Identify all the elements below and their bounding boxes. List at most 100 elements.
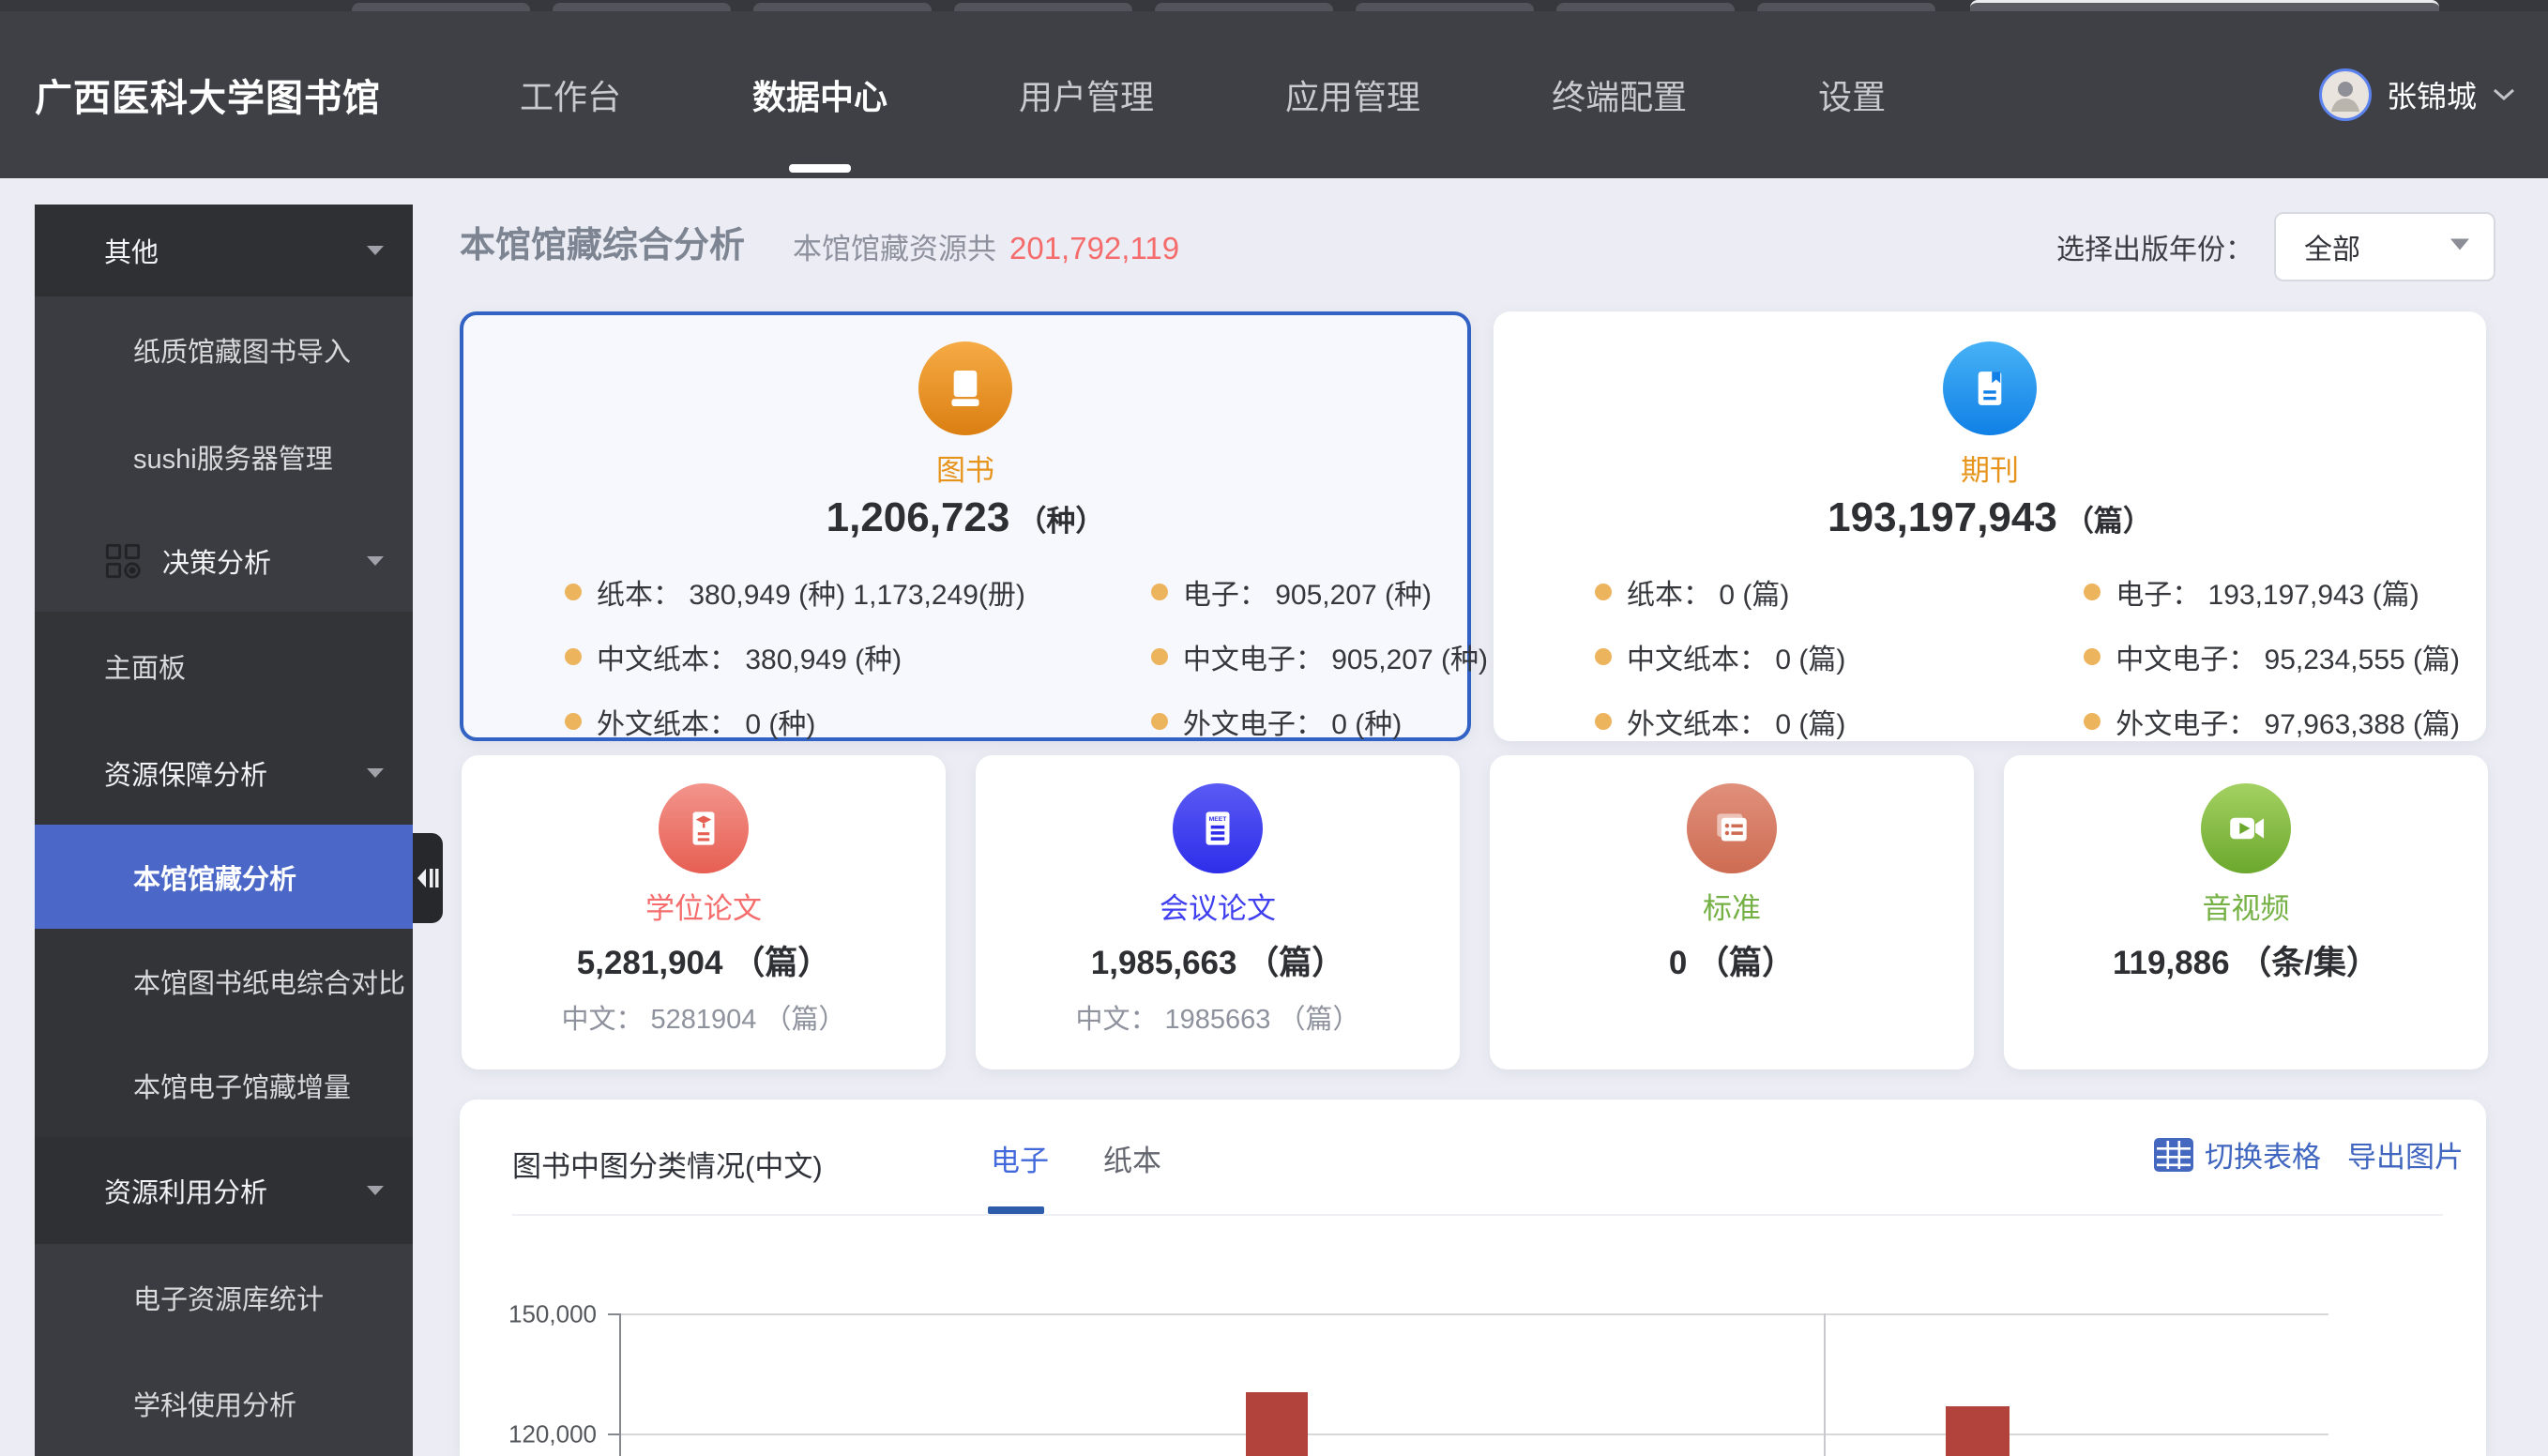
screen: 广西医科大学图书馆 工作台 数据中心 用户管理 应用管理 终端配置 设置 张锦城 其他 纸质… bbox=[0, 0, 2548, 1456]
stat-text: 纸本： 0 (篇) bbox=[1627, 580, 1790, 611]
x-split-line bbox=[1824, 1313, 1826, 1456]
sidebar-item-main-dashboard[interactable]: 主面板 bbox=[35, 612, 413, 720]
card-count-unit: （种） bbox=[1017, 505, 1105, 538]
sidebar-collapse-handle[interactable] bbox=[413, 833, 443, 923]
sidebar-item-resource-guarantee-analysis[interactable]: 资源保障分析 bbox=[35, 720, 413, 825]
card-count: 5,281,904 （篇） bbox=[576, 945, 831, 981]
card-title: 期刊 bbox=[1961, 454, 2019, 487]
mini-card-conference-papers[interactable]: MEET 会议论文 1,985,663 （篇） 中文： 1985663 （篇） bbox=[976, 755, 1460, 1069]
card-stats: 纸本： 380,949 (种) 1,173,249(册) 电子： 905,207 … bbox=[463, 571, 1488, 742]
sidebar-item-resource-usage-analysis[interactable]: 资源利用分析 bbox=[35, 1137, 413, 1244]
sidebar-item-label: 资源保障分析 bbox=[104, 760, 268, 791]
collapse-sidebar-icon bbox=[417, 869, 439, 887]
bullet-dot-icon bbox=[565, 713, 582, 730]
chevron-down-icon bbox=[2492, 86, 2516, 103]
mini-card-standards[interactable]: 标准 0 （篇） bbox=[1490, 755, 1974, 1069]
card-count: 1,206,723 （种） bbox=[463, 494, 1467, 541]
stat-text: 电子： 905,207 (种) bbox=[1182, 580, 1432, 611]
y-tick-mark bbox=[608, 1433, 619, 1435]
nav-item-user-management[interactable]: 用户管理 bbox=[1019, 11, 1154, 178]
mini-card-audio-video[interactable]: 音视频 119,886 （条/集） bbox=[2004, 755, 2488, 1069]
bar-chart-plot: 150,000 120,000 bbox=[508, 1300, 2328, 1456]
sidebar-item-subject-usage-analysis[interactable]: 学科使用分析 bbox=[35, 1351, 413, 1456]
sidebar-item-decision-analysis[interactable]: 决策分析 bbox=[35, 510, 413, 612]
chart-action-export-image[interactable]: 导出图片 bbox=[2347, 1133, 2464, 1175]
nav-item-label: 工作台 bbox=[520, 78, 622, 116]
chart-tab-paper[interactable]: 纸本 bbox=[1103, 1137, 1161, 1179]
browser-tab[interactable] bbox=[1356, 3, 1534, 11]
browser-tab[interactable] bbox=[352, 3, 530, 11]
sidebar-item-electronic-collection-increment[interactable]: 本馆电子馆藏增量 bbox=[35, 1034, 413, 1137]
browser-tab[interactable] bbox=[1556, 3, 1735, 11]
user-name: 张锦城 bbox=[2386, 80, 2477, 114]
nav-item-label: 数据中心 bbox=[752, 78, 888, 116]
browser-tab[interactable] bbox=[1757, 3, 1935, 11]
stat-right-0: 电子： 193,197,943 (篇) bbox=[1958, 571, 2460, 613]
sidebar-item-other[interactable]: 其他 bbox=[35, 205, 413, 296]
select-caret-icon bbox=[2449, 237, 2471, 257]
card-count: 1,985,663 （篇） bbox=[1090, 945, 1345, 981]
sidebar-item-eresource-db-stats[interactable]: 电子资源库统计 bbox=[35, 1244, 413, 1351]
bullet-dot-icon bbox=[2084, 648, 2101, 665]
sidebar-item-label: 本馆图书纸电综合对比 bbox=[133, 969, 406, 999]
sidebar-item-label: 本馆馆藏分析 bbox=[133, 864, 297, 895]
page-title: 本馆馆藏综合分析 bbox=[460, 226, 746, 265]
bullet-dot-icon bbox=[565, 648, 582, 665]
browser-tab-active[interactable] bbox=[1970, 0, 2439, 11]
sidebar: 其他纸质馆藏图书导入 sushi服务器管理 决策分析主面板资源保障分析本馆馆藏分析… bbox=[35, 205, 413, 1456]
chart-tab-electronic[interactable]: 电子 bbox=[988, 1137, 1049, 1214]
user-menu[interactable]: 张锦城 bbox=[2318, 11, 2516, 178]
stat-text: 外文纸本： 0 (篇) bbox=[1627, 709, 1846, 740]
stat-text: 中文纸本： 380,949 (种) bbox=[597, 645, 902, 675]
stat-text: 中文纸本： 0 (篇) bbox=[1627, 645, 1846, 675]
sidebar-item-label: 本馆电子馆藏增量 bbox=[133, 1073, 352, 1103]
sidebar-item-library-collection-analysis[interactable]: 本馆馆藏分析 bbox=[35, 825, 413, 929]
chevron-down-icon bbox=[366, 766, 385, 780]
publish-year-value: 全部 bbox=[2304, 235, 2360, 265]
collection-total-value: 201,792,119 bbox=[1009, 231, 1180, 265]
card-count: 193,197,943 （篇） bbox=[1494, 494, 2486, 541]
sidebar-item-sushi-server-management[interactable]: sushi服务器管理 bbox=[35, 403, 413, 510]
nav-item-workbench[interactable]: 工作台 bbox=[520, 11, 621, 178]
chevron-down-icon bbox=[366, 244, 385, 257]
stat-right-1: 中文电子： 905,207 (种) bbox=[1025, 636, 1488, 677]
nav-item-settings[interactable]: 设置 bbox=[1818, 11, 1886, 178]
bullet-dot-icon bbox=[1595, 584, 1612, 600]
bullet-dot-icon bbox=[1150, 713, 1168, 730]
sidebar-item-paper-electronic-comparison[interactable]: 本馆图书纸电综合对比 bbox=[35, 929, 413, 1034]
chart-action-switch-table[interactable]: 切换表格 bbox=[2154, 1133, 2321, 1175]
browser-tab[interactable] bbox=[553, 3, 731, 11]
sidebar-item-label: 主面板 bbox=[104, 654, 187, 684]
card-title: 标准 bbox=[1703, 892, 1761, 925]
browser-tab[interactable] bbox=[753, 3, 932, 11]
stat-right-1: 中文电子： 95,234,555 (篇) bbox=[1958, 636, 2460, 677]
avatar[interactable] bbox=[2318, 68, 2372, 121]
sidebar-item-label: 纸质馆藏图书导入 bbox=[133, 338, 352, 368]
summary-card-journals[interactable]: 期刊 193,197,943 （篇） 纸本： 0 (篇) 电子： 193,197,943… bbox=[1494, 311, 2486, 741]
y-tick-mark bbox=[608, 1313, 619, 1315]
nav-item-data-center[interactable]: 数据中心 bbox=[752, 11, 887, 178]
collection-total-label: 本馆馆藏资源共 bbox=[793, 233, 996, 265]
summary-card-books[interactable]: 图书 1,206,723 （种） 纸本： 380,949 (种) 1,173,249(… bbox=[460, 311, 1488, 742]
stat-right-0: 电子： 905,207 (种) bbox=[1025, 571, 1488, 613]
publish-year-select[interactable]: 全部 bbox=[2274, 212, 2495, 281]
bullet-dot-icon bbox=[2084, 584, 2101, 600]
standard-icon bbox=[1687, 783, 1777, 873]
stat-text: 外文纸本： 0 (种) bbox=[597, 709, 816, 740]
book-icon bbox=[918, 341, 1012, 435]
nav-item-terminal-config[interactable]: 终端配置 bbox=[1552, 11, 1687, 178]
chart-title: 图书中图分类情况(中文) bbox=[512, 1150, 823, 1183]
nav-item-label: 终端配置 bbox=[1552, 78, 1688, 116]
sidebar-item-label: 其他 bbox=[104, 238, 159, 268]
sidebar-item-paper-collection-import[interactable]: 纸质馆藏图书导入 bbox=[35, 296, 413, 403]
bar-1 bbox=[1946, 1406, 2010, 1456]
nav-item-app-management[interactable]: 应用管理 bbox=[1285, 11, 1420, 178]
browser-tab[interactable] bbox=[1155, 3, 1333, 11]
stat-right-2: 外文电子： 0 (种) bbox=[1025, 701, 1488, 742]
mini-card-theses[interactable]: 学位论文 5,281,904 （篇） 中文： 5281904 （篇） bbox=[462, 755, 946, 1069]
card-sub-stat: 中文： 5281904 （篇） bbox=[561, 1005, 846, 1035]
browser-tab[interactable] bbox=[954, 3, 1132, 11]
card-count: 119,886 （条/集） bbox=[2112, 945, 2380, 981]
chart-tabs: 电子 纸本 bbox=[988, 1100, 1161, 1216]
bullet-dot-icon bbox=[1150, 584, 1168, 600]
